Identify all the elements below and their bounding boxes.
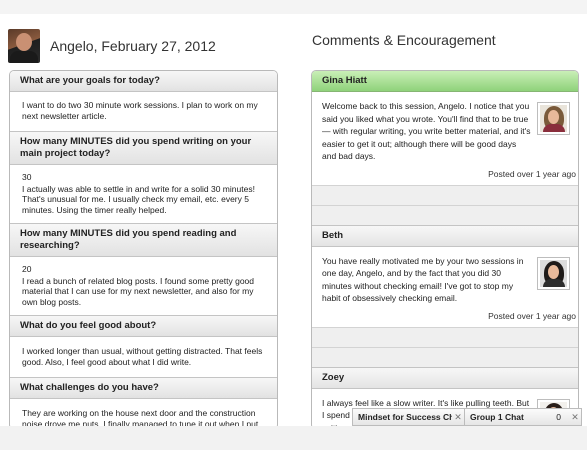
- answer-body: I read a bunch of related blog posts. I …: [22, 275, 255, 307]
- answer-body: I want to do two 30 minute work sessions…: [22, 100, 258, 121]
- close-icon[interactable]: ✕: [569, 412, 581, 423]
- answer-text: I worked longer than usual, without gett…: [10, 337, 277, 377]
- close-icon[interactable]: ✕: [452, 412, 464, 423]
- comment-author[interactable]: Beth: [312, 224, 578, 247]
- comments-title: Comments & Encouragement: [312, 32, 496, 48]
- question-heading: What challenges do you have?: [10, 377, 277, 399]
- journal-title: Angelo, February 27, 2012: [50, 38, 216, 54]
- journal-header: Angelo, February 27, 2012: [8, 28, 216, 64]
- question-heading: How many MINUTES did you spend writing o…: [10, 131, 277, 165]
- commenter-photo[interactable]: [537, 256, 570, 290]
- question-heading: What do you feel good about?: [10, 315, 277, 337]
- comment-divider: [312, 204, 578, 225]
- comment-body: Welcome back to this session, Angelo. I …: [312, 92, 578, 167]
- chat-tab-group1[interactable]: Group 1 Chat 0 ✕: [464, 408, 582, 426]
- comment-divider: [312, 346, 578, 367]
- answer-text: 30 I actually was able to settle in and …: [10, 165, 277, 223]
- chat-tab-mindset[interactable]: Mindset for Success Ch0 ✕: [352, 408, 465, 426]
- avatar-body: [10, 51, 38, 63]
- answer-text: I want to do two 30 minute work sessions…: [10, 92, 277, 131]
- answer-body: I worked longer than usual, without gett…: [22, 346, 263, 367]
- journal-panel: What are your goals for today? I want to…: [9, 70, 278, 430]
- chat-unread-count: 0: [556, 412, 561, 422]
- posted-time: Posted over 1 year ago: [488, 168, 576, 179]
- answer-number: 30: [22, 172, 32, 182]
- question-heading: What are your goals for today?: [10, 71, 277, 92]
- comment-author[interactable]: Zoey: [312, 366, 578, 389]
- user-avatar[interactable]: [8, 29, 40, 63]
- comment-divider: [312, 184, 578, 205]
- chat-tab-label: Mindset for Success Ch0: [358, 412, 452, 422]
- answer-number: 20: [22, 264, 32, 274]
- comment-text: You have really motivated me by your two…: [322, 255, 524, 304]
- comment-text: Welcome back to this session, Angelo. I …: [322, 101, 531, 161]
- commenter-photo[interactable]: [537, 102, 570, 135]
- avatar-face: [16, 33, 32, 51]
- posted-time: Posted over 1 year ago: [488, 310, 576, 321]
- comment-divider: [312, 326, 578, 347]
- question-heading: How many MINUTES did you spend reading a…: [10, 223, 277, 257]
- bottom-band: [0, 426, 587, 450]
- chat-tab-label: Group 1 Chat: [470, 412, 524, 422]
- answer-text: 20 I read a bunch of related blog posts.…: [10, 257, 277, 315]
- top-band: [0, 0, 587, 14]
- comments-panel: Gina Hiatt Welcome back to this session,…: [311, 70, 579, 430]
- answer-body: I actually was able to settle in and wri…: [22, 183, 255, 215]
- comment-author[interactable]: Gina Hiatt: [312, 71, 578, 92]
- comment-body: You have really motivated me by your two…: [312, 247, 578, 309]
